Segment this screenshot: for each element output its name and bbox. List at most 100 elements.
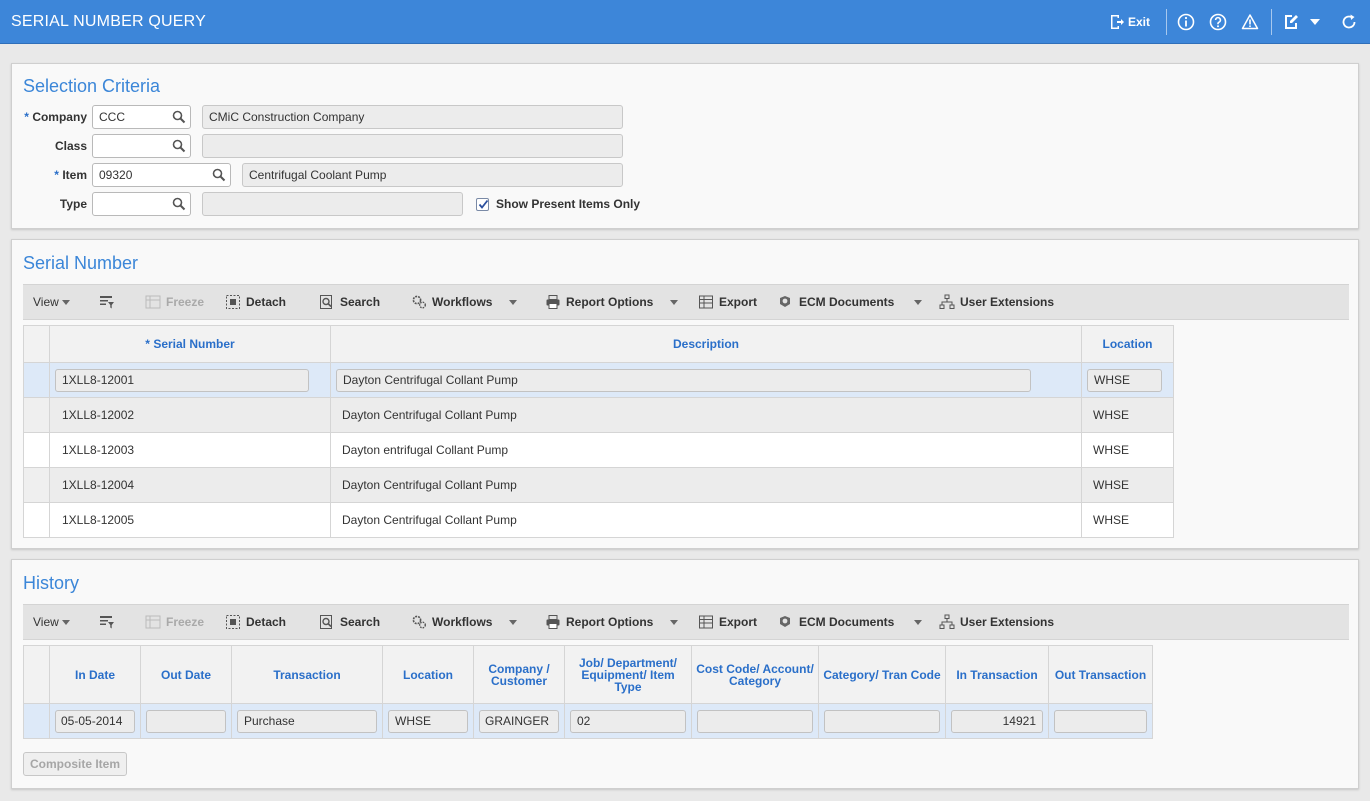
in-date-cell[interactable]: 05-05-2014 <box>49 703 141 739</box>
column-header-out-transaction[interactable]: Out Transaction <box>1048 645 1153 704</box>
location-cell: WHSE <box>1081 467 1174 503</box>
search-icon <box>320 295 332 309</box>
column-header-in-date[interactable]: In Date <box>49 645 141 704</box>
search-icon[interactable] <box>172 110 186 124</box>
serial-toolbar: View Freeze Detach Search Workflows Repo… <box>23 284 1349 320</box>
help-icon[interactable] <box>1207 11 1229 33</box>
company-input[interactable]: CCC <box>92 105 191 129</box>
chevron-down-icon[interactable] <box>509 299 518 305</box>
info-icon[interactable] <box>1175 11 1197 33</box>
search-button[interactable]: Search <box>319 605 380 639</box>
chevron-down-icon[interactable] <box>670 299 678 305</box>
table-row[interactable]: 05-05-2014 Purchase WHSE GRAINGER 02 149… <box>23 703 1153 739</box>
table-row[interactable]: 1XLL8-12002 Dayton Centrifugal Collant P… <box>23 397 1174 433</box>
filter-button[interactable] <box>99 285 120 319</box>
divider <box>1166 9 1167 35</box>
row-selector[interactable] <box>23 467 50 503</box>
in-transaction-cell[interactable]: 14921 <box>945 703 1049 739</box>
search-icon[interactable] <box>212 168 226 182</box>
divider <box>1271 9 1272 35</box>
view-menu[interactable]: View <box>33 605 71 639</box>
company-customer-cell[interactable]: GRAINGER <box>473 703 565 739</box>
chevron-down-icon[interactable] <box>509 619 518 625</box>
edit-icon[interactable] <box>1280 11 1302 33</box>
transaction-cell[interactable]: Purchase <box>231 703 383 739</box>
chevron-down-icon[interactable] <box>914 299 923 305</box>
workflows-button[interactable]: Workflows <box>411 605 518 639</box>
table-header-row: In Date Out Date Transaction Location Co… <box>23 645 1153 704</box>
search-button[interactable]: Search <box>319 285 380 319</box>
export-button[interactable]: Export <box>698 285 757 319</box>
filter-button[interactable] <box>99 605 120 639</box>
exit-icon <box>1106 11 1128 33</box>
column-header-location[interactable]: Location <box>382 645 474 704</box>
filter-icon <box>100 296 114 309</box>
row-selector[interactable] <box>23 703 50 739</box>
column-header-job[interactable]: Job/ Department/ Equipment/ Item Type <box>564 645 692 704</box>
description-cell[interactable]: Dayton Centrifugal Collant Pump <box>330 362 1082 398</box>
table-row[interactable]: 1XLL8-12004 Dayton Centrifugal Collant P… <box>23 467 1174 503</box>
row-selector[interactable] <box>23 362 50 398</box>
column-header-out-date[interactable]: Out Date <box>140 645 232 704</box>
ecm-documents-button[interactable]: ECM Documents <box>778 605 923 639</box>
column-header-serial-number[interactable]: * Serial Number <box>49 325 331 363</box>
column-header-transaction[interactable]: Transaction <box>231 645 383 704</box>
export-button[interactable]: Export <box>698 605 757 639</box>
search-icon[interactable] <box>172 139 186 153</box>
freeze-icon <box>145 615 161 629</box>
column-header-category[interactable]: Category/ Tran Code <box>818 645 946 704</box>
detach-button[interactable]: Detach <box>225 285 286 319</box>
serial-cell[interactable]: 1XLL8-12001 <box>49 362 331 398</box>
chevron-down-icon[interactable] <box>670 619 678 625</box>
type-label: Type <box>59 197 87 211</box>
freeze-button[interactable]: Freeze <box>145 285 204 319</box>
warning-icon[interactable] <box>1239 11 1261 33</box>
cost-code-cell[interactable] <box>691 703 819 739</box>
view-menu[interactable]: View <box>33 285 71 319</box>
show-present-items-checkbox[interactable] <box>476 198 489 211</box>
out-transaction-cell[interactable] <box>1048 703 1153 739</box>
chevron-down-icon[interactable] <box>914 619 923 625</box>
refresh-icon[interactable] <box>1338 11 1360 33</box>
row-selector[interactable] <box>23 502 50 538</box>
detach-icon <box>226 295 240 309</box>
user-extensions-button[interactable]: User Extensions <box>939 605 1054 639</box>
report-options-button[interactable]: Report Options <box>545 605 678 639</box>
workflows-icon <box>412 615 426 629</box>
user-extensions-button[interactable]: User Extensions <box>939 285 1054 319</box>
table-row[interactable]: 1XLL8-12003 Dayton entrifugal Collant Pu… <box>23 432 1174 468</box>
composite-item-button[interactable]: Composite Item <box>23 752 128 776</box>
ecm-documents-button[interactable]: ECM Documents <box>778 285 923 319</box>
column-header-cost-code[interactable]: Cost Code/ Account/ Category <box>691 645 819 704</box>
location-cell[interactable]: WHSE <box>382 703 474 739</box>
detach-button[interactable]: Detach <box>225 605 286 639</box>
freeze-button[interactable]: Freeze <box>145 605 204 639</box>
report-options-button[interactable]: Report Options <box>545 285 678 319</box>
location-cell: WHSE <box>1081 397 1174 433</box>
location-cell[interactable]: WHSE <box>1081 362 1174 398</box>
table-row[interactable]: 1XLL8-12001 Dayton Centrifugal Collant P… <box>23 362 1174 398</box>
column-header-company-customer[interactable]: Company / Customer <box>473 645 565 704</box>
table-row[interactable]: 1XLL8-12005 Dayton Centrifugal Collant P… <box>23 502 1174 538</box>
job-cell[interactable]: 02 <box>564 703 692 739</box>
column-header-location[interactable]: Location <box>1081 325 1174 363</box>
type-input[interactable] <box>92 192 191 216</box>
class-label: Class <box>54 139 87 153</box>
exit-button[interactable]: Exit <box>1106 11 1150 33</box>
category-cell[interactable] <box>818 703 946 739</box>
column-header-in-transaction[interactable]: In Transaction <box>945 645 1049 704</box>
row-selector[interactable] <box>23 432 50 468</box>
workflows-button[interactable]: Workflows <box>411 285 518 319</box>
item-input[interactable]: 09320 <box>92 163 231 187</box>
export-icon <box>699 295 713 309</box>
row-selector[interactable] <box>23 397 50 433</box>
out-date-cell[interactable] <box>140 703 232 739</box>
item-label: * Item <box>54 168 87 182</box>
show-present-items-label: Show Present Items Only <box>496 197 641 211</box>
description-cell: Dayton Centrifugal Collant Pump <box>330 397 1082 433</box>
location-cell: WHSE <box>1081 432 1174 468</box>
column-header-description[interactable]: Description <box>330 325 1082 363</box>
chevron-down-icon[interactable] <box>1304 11 1326 33</box>
class-input[interactable] <box>92 134 191 158</box>
search-icon[interactable] <box>172 197 186 211</box>
